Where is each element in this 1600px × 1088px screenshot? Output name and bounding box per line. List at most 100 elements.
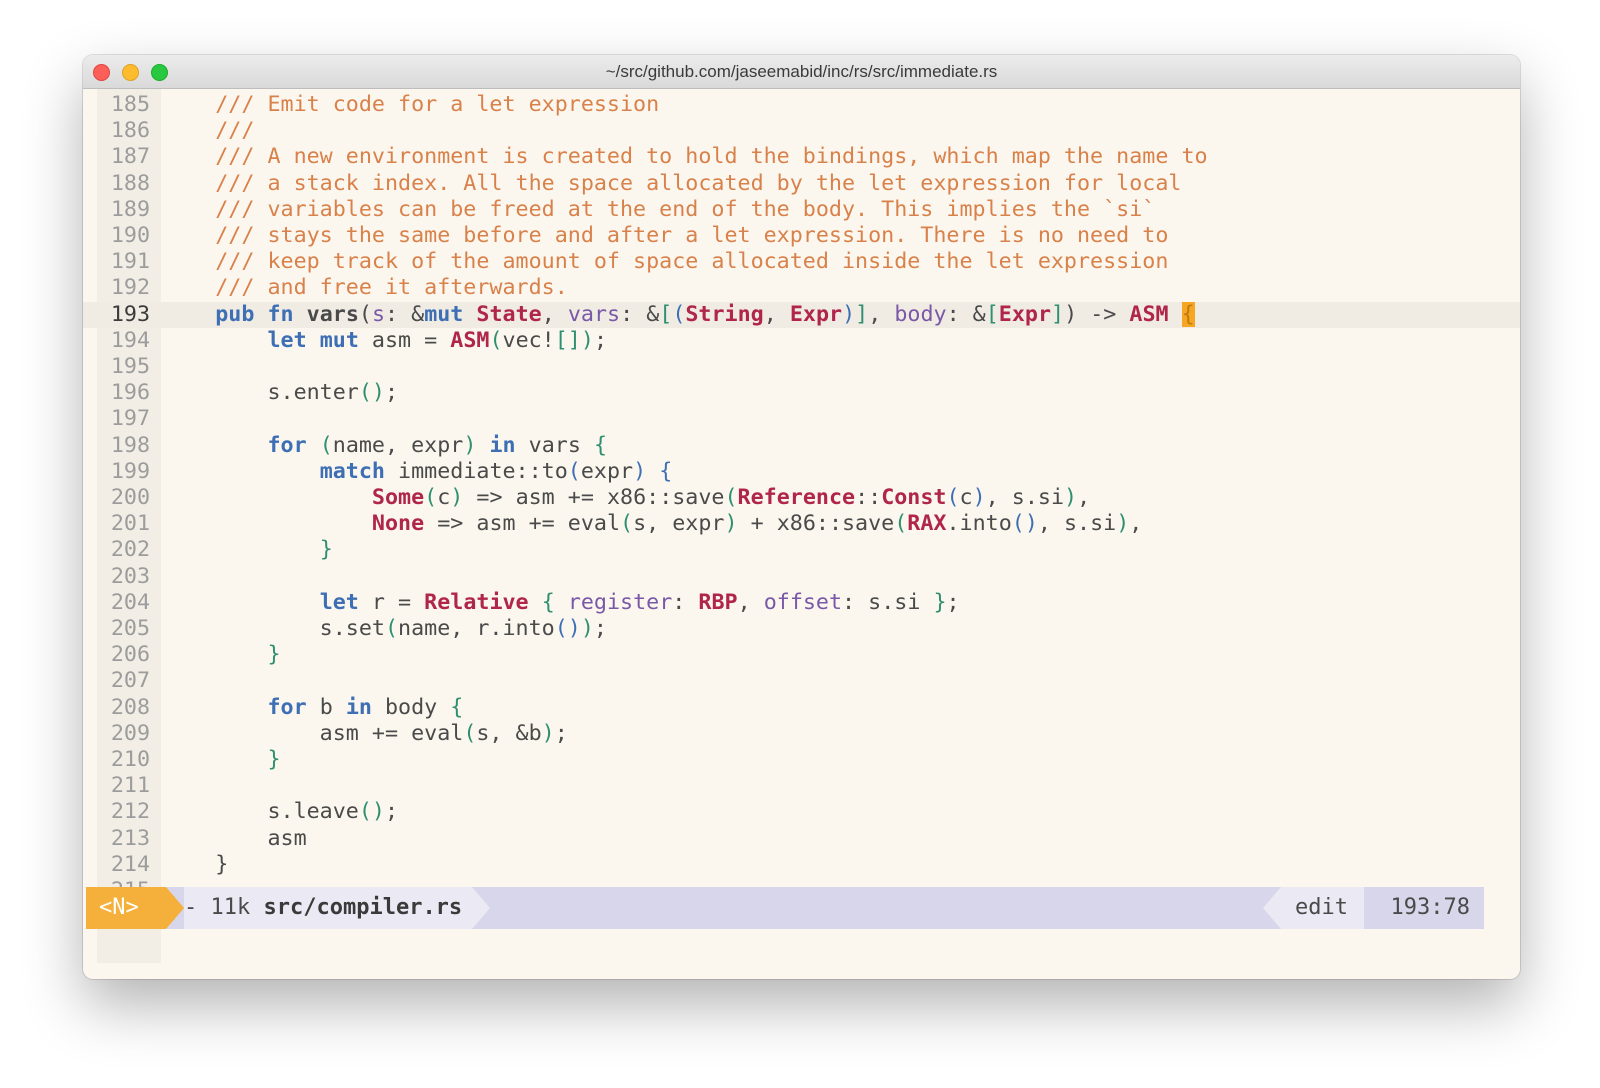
code-line[interactable]: 188 /// a stack index. All the space all… — [83, 171, 1520, 198]
code-line[interactable]: 197 — [83, 406, 1520, 433]
line-text: let mut asm = ASM(vec![]); — [267, 327, 607, 353]
code-line[interactable]: 195 — [83, 354, 1520, 381]
code-line[interactable]: 191 /// keep track of the amount of spac… — [83, 249, 1520, 276]
line-number: 211 — [110, 773, 150, 799]
line-number: 188 — [110, 170, 150, 196]
line-number: 200 — [110, 485, 150, 510]
file-info: - 11k src/compiler.rs — [184, 887, 473, 929]
window-title: ~/src/github.com/jaseemabid/inc/rs/src/i… — [605, 62, 998, 81]
line-number: 204 — [110, 589, 150, 615]
file-separator — [472, 887, 490, 929]
line-text: /// Emit code for a let expression — [163, 92, 660, 117]
line-number: 212 — [110, 799, 150, 825]
line-number: 194 — [110, 327, 150, 353]
line-number: 198 — [110, 432, 150, 458]
code-line[interactable]: 201 None => asm += eval(s, expr) + x86::… — [83, 511, 1520, 538]
line-text: } — [163, 851, 229, 877]
code-line[interactable]: 193 pub fn vars(s: &mut State, vars: &[(… — [83, 301, 1520, 329]
line-number: 193 — [110, 301, 150, 327]
line-number: 189 — [110, 196, 150, 222]
code-line[interactable]: 206 } — [83, 642, 1520, 669]
line-number: 213 — [110, 825, 150, 851]
edit-state: edit — [1281, 887, 1364, 929]
code-line[interactable]: 212 s.leave(); — [83, 799, 1520, 826]
line-text: /// variables can be freed at the end of… — [163, 196, 1156, 222]
line-number: 192 — [110, 275, 150, 301]
code-line[interactable]: 213 asm — [83, 826, 1520, 853]
modified-flag: - — [184, 895, 198, 920]
code-editor[interactable]: 185 /// Emit code for a let expression 18… — [83, 89, 1520, 963]
line-text: match immediate::to(expr) { — [319, 458, 673, 484]
line-number: 201 — [110, 511, 150, 537]
line-number: 214 — [110, 851, 150, 877]
line-text: } — [267, 747, 281, 772]
code-line[interactable]: 204 let r = Relative { register: RBP, of… — [83, 590, 1520, 617]
mode-indicator: <N> — [86, 887, 166, 929]
file-name: src/compiler.rs — [263, 895, 463, 920]
line-text: s.set(name, r.into()); — [163, 616, 607, 641]
line-number: 196 — [110, 380, 150, 406]
editor-window: ~/src/github.com/jaseemabid/inc/rs/src/i… — [83, 55, 1520, 979]
code-line[interactable]: 194 let mut asm = ASM(vec![]); — [83, 328, 1520, 355]
code-line[interactable]: 189 /// variables can be freed at the en… — [83, 197, 1520, 224]
code-line[interactable]: 199 match immediate::to(expr) { — [83, 459, 1520, 486]
line-number: 203 — [110, 563, 150, 589]
line-number: 197 — [110, 406, 150, 432]
code-line[interactable]: 192 /// and free it afterwards. — [83, 275, 1520, 302]
line-text: None => asm += eval(s, expr) + x86::save… — [371, 511, 1143, 537]
line-text: } — [267, 642, 281, 668]
line-text: asm — [163, 825, 307, 851]
line-text: for (name, expr) in vars { — [267, 432, 607, 458]
file-size: 11k — [210, 895, 251, 920]
line-number: 208 — [110, 694, 150, 720]
line-text: /// stays the same before and after a le… — [163, 223, 1169, 248]
code-line[interactable]: 205 s.set(name, r.into()); — [83, 616, 1520, 643]
line-number: 190 — [110, 223, 150, 248]
code-line[interactable]: 186 /// — [83, 118, 1520, 145]
code-line[interactable]: 202 } — [83, 537, 1520, 564]
line-number: 191 — [110, 249, 150, 275]
line-text: s.leave(); — [163, 799, 399, 825]
position-separator — [1364, 887, 1380, 929]
code-line[interactable]: 196 s.enter(); — [83, 380, 1520, 407]
line-text: /// keep track of the amount of space al… — [163, 249, 1169, 275]
line-text: for b in body { — [267, 694, 464, 720]
line-text: /// A new environment is created to hold… — [163, 144, 1208, 170]
line-text: pub fn vars(s: &mut State, vars: &[(Stri… — [215, 301, 1195, 327]
line-text: s.enter(); — [163, 380, 399, 406]
code-line[interactable]: 214 } — [83, 852, 1520, 879]
status-line: <N> - 11k src/compiler.rs edit 193:78 — [86, 887, 1484, 929]
mode-separator — [166, 887, 184, 929]
code-line[interactable]: 209 asm += eval(s, &b); — [83, 721, 1520, 748]
code-line[interactable]: 210 } — [83, 747, 1520, 774]
line-number: 187 — [110, 144, 150, 170]
line-number: 202 — [110, 537, 150, 563]
line-number: 210 — [110, 747, 150, 772]
line-number: 207 — [110, 668, 150, 694]
line-text: Some(c) => asm += x86::save(Reference::C… — [371, 485, 1091, 510]
code-line[interactable]: 200 Some(c) => asm += x86::save(Referenc… — [83, 485, 1520, 512]
line-text: /// and free it afterwards. — [163, 275, 568, 301]
line-text: /// a stack index. All the space allocat… — [163, 170, 1182, 196]
title-bar[interactable]: ~/src/github.com/jaseemabid/inc/rs/src/i… — [83, 55, 1520, 89]
code-line[interactable]: 208 for b in body { — [83, 695, 1520, 722]
line-number: 195 — [110, 354, 150, 379]
line-number: 206 — [110, 642, 150, 668]
state-separator — [1263, 887, 1281, 929]
line-number: 186 — [110, 118, 150, 144]
code-line[interactable]: 187 /// A new environment is created to … — [83, 144, 1520, 171]
line-text: let r = Relative { register: RBP, offset… — [319, 589, 960, 615]
code-line[interactable]: 190 /// stays the same before and after … — [83, 223, 1520, 250]
line-text: asm += eval(s, &b); — [163, 720, 568, 746]
line-text: /// — [163, 118, 255, 144]
code-line[interactable]: 211 — [83, 773, 1520, 800]
code-line[interactable]: 198 for (name, expr) in vars { — [83, 433, 1520, 460]
line-text: } — [319, 537, 333, 563]
code-line[interactable]: 203 — [83, 564, 1520, 591]
line-number: 185 — [110, 92, 150, 117]
cursor-position: 193:78 — [1380, 887, 1484, 929]
line-number: 209 — [110, 720, 150, 746]
code-line[interactable]: 207 — [83, 668, 1520, 695]
code-line[interactable]: 185 /// Emit code for a let expression — [83, 92, 1520, 119]
line-number: 199 — [110, 458, 150, 484]
